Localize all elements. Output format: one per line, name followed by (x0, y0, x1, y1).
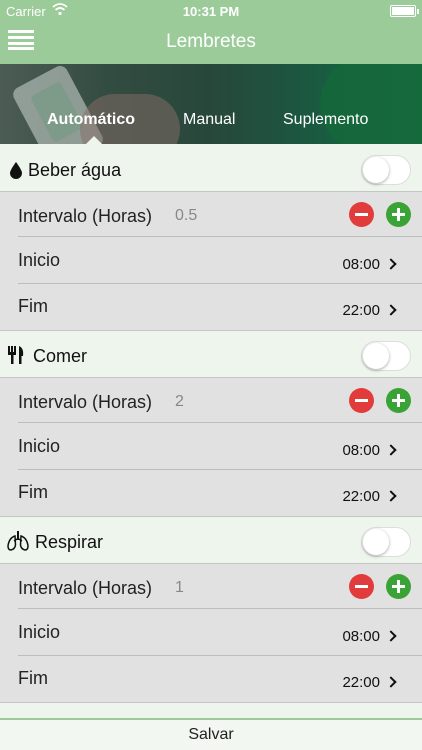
breathe-settings-card: Intervalo (Horas) 1 Inicio 08:00 Fim 22:… (0, 563, 422, 703)
divider (18, 608, 422, 609)
interval-row: Intervalo (Horas) 0.5 (0, 192, 422, 238)
decrease-interval-button[interactable] (349, 574, 374, 599)
chevron-right-icon[interactable] (385, 258, 397, 270)
water-toggle[interactable] (361, 155, 411, 185)
interval-row: Intervalo (Horas) 1 (0, 564, 422, 610)
interval-value: 2 (175, 393, 184, 410)
tab-banner: Automático Manual Suplemento (0, 64, 422, 144)
chevron-right-icon[interactable] (385, 444, 397, 456)
end-row[interactable]: Fim 22:00 (0, 656, 422, 702)
chevron-right-icon[interactable] (385, 304, 397, 316)
page-title: Lembretes (166, 31, 256, 52)
save-button-label: Salvar (188, 726, 234, 743)
end-row[interactable]: Fim 22:00 (0, 470, 422, 516)
start-time-value[interactable]: 08:00 (342, 442, 380, 459)
end-row[interactable]: Fim 22:00 (0, 284, 422, 330)
decrease-interval-button[interactable] (349, 388, 374, 413)
interval-value: 0.5 (175, 207, 198, 224)
section-label: Respirar (35, 532, 104, 552)
water-settings-card: Intervalo (Horas) 0.5 Inicio 08:00 Fim 2… (0, 191, 422, 331)
increase-interval-button[interactable] (386, 202, 411, 227)
start-label: Inicio (18, 436, 61, 456)
section-label: Beber água (28, 160, 122, 180)
toggle-knob (363, 343, 389, 369)
toggle-knob (363, 529, 389, 555)
decrease-interval-button[interactable] (349, 202, 374, 227)
start-label: Inicio (18, 622, 61, 642)
end-time-value[interactable]: 22:00 (342, 488, 380, 505)
section-label: Comer (33, 346, 88, 366)
save-button[interactable]: Salvar (0, 718, 422, 750)
status-bar: Carrier 10:31 PM (0, 0, 422, 22)
breathe-toggle[interactable] (361, 527, 411, 557)
banner-shade (0, 64, 422, 144)
interval-label: Intervalo (Horas) (18, 578, 153, 598)
end-label: Fim (18, 482, 48, 502)
interval-label: Intervalo (Horas) (18, 206, 153, 226)
section-header-water: Beber água (0, 146, 422, 192)
divider (18, 422, 422, 423)
interval-label: Intervalo (Horas) (18, 392, 153, 412)
increase-interval-button[interactable] (386, 574, 411, 599)
end-label: Fim (18, 668, 48, 688)
chevron-right-icon[interactable] (385, 676, 397, 688)
start-row[interactable]: Inicio 08:00 (0, 610, 422, 656)
divider (18, 236, 422, 237)
start-row[interactable]: Inicio 08:00 (0, 238, 422, 284)
food-settings-card: Intervalo (Horas) 2 Inicio 08:00 Fim 22:… (0, 377, 422, 517)
start-time-value[interactable]: 08:00 (342, 628, 380, 645)
battery-icon (390, 5, 419, 17)
interval-row: Intervalo (Horas) 2 (0, 378, 422, 424)
fork-knife-icon (8, 346, 24, 364)
start-time-value[interactable]: 08:00 (342, 256, 380, 273)
lungs-icon (7, 531, 29, 551)
increase-interval-button[interactable] (386, 388, 411, 413)
chevron-right-icon[interactable] (385, 630, 397, 642)
food-toggle[interactable] (361, 341, 411, 371)
start-label: Inicio (18, 250, 61, 270)
interval-value: 1 (175, 579, 184, 596)
end-label: Fim (18, 296, 48, 316)
status-time: 10:31 PM (182, 4, 240, 19)
tab-manual[interactable]: Manual (183, 111, 235, 129)
app-header: Carrier 10:31 PM Lembretes (0, 0, 422, 64)
tab-automatico[interactable]: Automático (47, 111, 135, 129)
toggle-knob (363, 157, 389, 183)
section-header-breathe: Respirar (0, 518, 422, 564)
tab-suplemento[interactable]: Suplemento (283, 111, 368, 129)
end-time-value[interactable]: 22:00 (342, 302, 380, 319)
active-tab-indicator (86, 136, 102, 144)
chevron-right-icon[interactable] (385, 490, 397, 502)
water-drop-icon (10, 162, 22, 179)
section-header-food: Comer (0, 332, 422, 378)
end-time-value[interactable]: 22:00 (342, 674, 380, 691)
start-row[interactable]: Inicio 08:00 (0, 424, 422, 470)
